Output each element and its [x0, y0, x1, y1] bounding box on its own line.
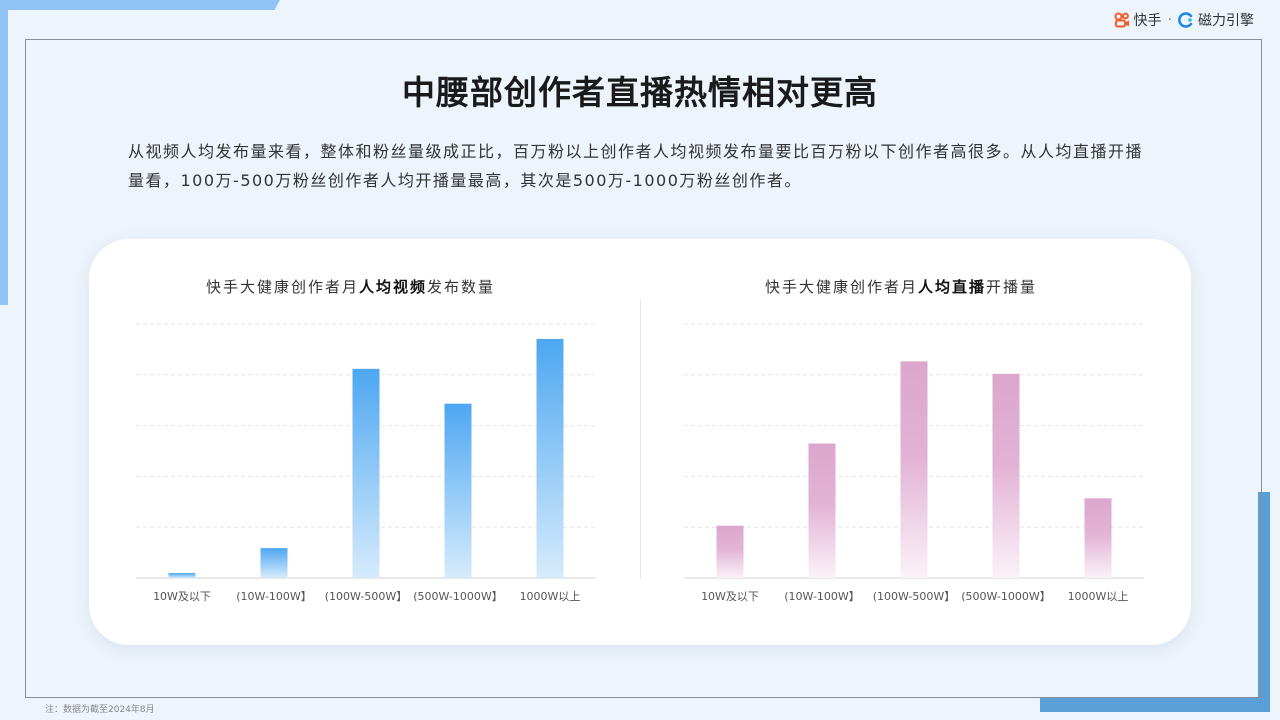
chart-2-tick-label: 10W及以下	[701, 590, 759, 603]
chart-1-tick-label: (100W-500W】	[325, 590, 408, 603]
brand-logo: 快手 · 磁力引擎	[1114, 10, 1254, 30]
intro-paragraph: 从视频人均发布量来看，整体和粉丝量级成正比，百万粉以上创作者人均视频发布量要比百…	[128, 142, 1144, 190]
chart-2-tick-label: 1000W以上	[1068, 590, 1129, 603]
footnote: 注：数据为截至2024年8月	[45, 705, 155, 715]
chart-1-tick-label: 10W及以下	[153, 590, 211, 603]
page-title: 中腰部创作者直播热情相对更高	[402, 73, 878, 112]
cili-brand-text: 磁力引擎	[1198, 13, 1254, 29]
chart-1-tick-label: 1000W以上	[520, 590, 581, 603]
chart-1-tick-label: (500W-1000W】	[413, 590, 503, 603]
chart-2-bar	[1084, 498, 1112, 578]
chart-2-bar	[716, 525, 744, 578]
chart-2-tick-label: (100W-500W】	[873, 590, 956, 603]
chart-2-bar	[992, 373, 1020, 578]
chart-1-tick-label: (10W-100W】	[236, 590, 312, 603]
chart-2-bar	[808, 443, 836, 578]
chart-1-bar	[352, 368, 380, 578]
top-decor-bar	[0, 0, 280, 10]
kuaishou-brand-text: 快手	[1133, 13, 1162, 29]
chart-1-bar	[536, 338, 564, 578]
chart-1-bar	[444, 403, 472, 578]
chart-1-bar	[168, 573, 196, 578]
chart-2-bar	[900, 361, 928, 578]
left-decor-bar	[0, 0, 8, 305]
kuaishou-logo-icon	[1114, 12, 1129, 28]
charts-svg: 10W及以下 (10W-100W】 (100W-500W】 (500W-1000W】 1…	[136, 323, 1144, 603]
cili-engine-logo-icon	[1178, 12, 1193, 28]
chart-2-tick-label: (10W-100W】	[784, 590, 860, 603]
logo-separator: ·	[1167, 12, 1172, 28]
chart-2-tick-label: (500W-1000W】	[961, 590, 1051, 603]
charts-card: 快手大健康创作者月人均视频发布数量 快手大健康创作者月人均直播开播量 10W及以…	[89, 239, 1191, 645]
bottom-decor-bar	[1040, 698, 1270, 712]
chart-1-bar	[260, 548, 288, 578]
